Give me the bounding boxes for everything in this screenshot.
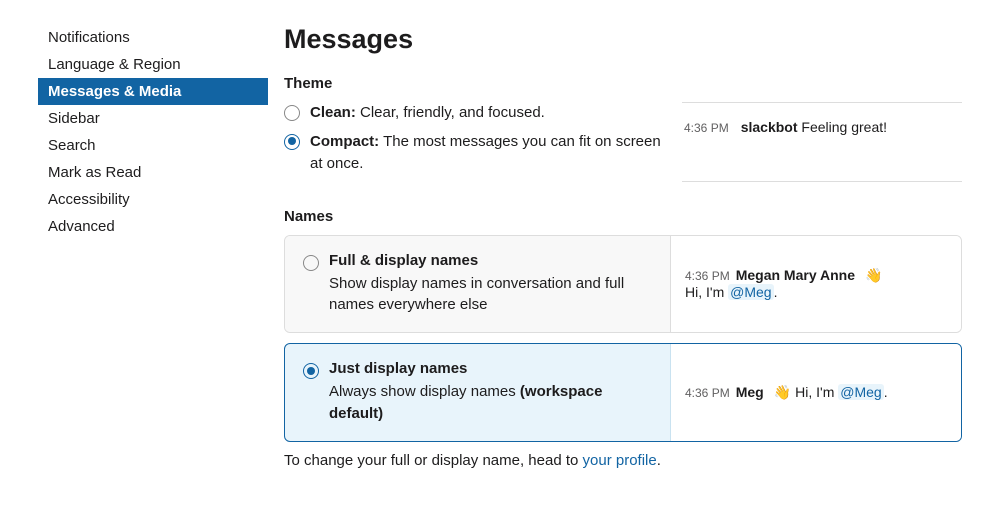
sidebar-item-advanced[interactable]: Advanced <box>38 213 268 240</box>
preview-name: Meg <box>736 384 764 400</box>
names-option-desc: Always show display names (workspace def… <box>329 381 652 425</box>
names-option-full[interactable]: Full & display names Show display names … <box>284 235 962 334</box>
wave-icon: 👋 <box>774 384 791 401</box>
names-option-display[interactable]: Just display names Always show display n… <box>284 343 962 442</box>
names-section-title: Names <box>284 208 962 225</box>
sidebar-item-notifications[interactable]: Notifications <box>38 24 268 51</box>
names-footnote: To change your full or display name, hea… <box>284 452 962 469</box>
sidebar-item-accessibility[interactable]: Accessibility <box>38 186 268 213</box>
preview-text-pre: Hi, I'm <box>795 384 838 400</box>
names-preview-full: 4:36 PM Megan Mary Anne 👋 Hi, I'm @Meg. <box>671 236 961 333</box>
sidebar-item-search[interactable]: Search <box>38 132 268 159</box>
radio-icon <box>284 134 300 150</box>
page-title: Messages <box>284 24 962 55</box>
theme-option-clean[interactable]: Clean: Clear, friendly, and focused. <box>284 102 672 125</box>
preview-time: 4:36 PM <box>685 269 730 283</box>
theme-option-desc: Clear, friendly, and focused. <box>360 104 545 121</box>
preview-time: 4:36 PM <box>685 386 730 400</box>
names-option-title: Full & display names <box>329 252 652 269</box>
preview-text-post: . <box>884 384 888 400</box>
sidebar-item-sidebar[interactable]: Sidebar <box>38 105 268 132</box>
theme-option-title: Clean: <box>310 104 356 121</box>
theme-options: Clean: Clear, friendly, and focused. Com… <box>284 102 682 182</box>
radio-icon <box>303 255 319 271</box>
preferences-sidebar: Notifications Language & Region Messages… <box>38 24 268 469</box>
radio-icon <box>303 363 319 379</box>
sidebar-item-language-region[interactable]: Language & Region <box>38 51 268 78</box>
preview-mention: @Meg <box>728 284 773 300</box>
theme-preview: 4:36 PM slackbot Feeling great! <box>682 102 962 182</box>
theme-option-title: Compact: <box>310 133 379 150</box>
radio-icon <box>284 105 300 121</box>
names-preview-display: 4:36 PM Meg 👋 Hi, I'm @Meg. <box>671 344 961 441</box>
theme-section-title: Theme <box>284 75 962 92</box>
names-option-desc: Show display names in conversation and f… <box>329 273 652 317</box>
sidebar-item-messages-media[interactable]: Messages & Media <box>38 78 268 105</box>
theme-option-compact[interactable]: Compact: The most messages you can fit o… <box>284 131 672 176</box>
preview-mention: @Meg <box>838 384 883 400</box>
wave-icon: 👋 <box>865 267 882 284</box>
preview-name: Megan Mary Anne <box>736 267 855 283</box>
preview-text-post: . <box>774 284 778 300</box>
preview-text-pre: Hi, I'm <box>685 284 728 300</box>
preview-text: Feeling great! <box>801 119 887 135</box>
your-profile-link[interactable]: your profile <box>583 452 657 469</box>
preview-sender: slackbot <box>741 119 798 135</box>
names-option-title: Just display names <box>329 360 652 377</box>
sidebar-item-mark-as-read[interactable]: Mark as Read <box>38 159 268 186</box>
main-content: Messages Theme Clean: Clear, friendly, a… <box>268 24 962 469</box>
preview-time: 4:36 PM <box>684 121 729 135</box>
